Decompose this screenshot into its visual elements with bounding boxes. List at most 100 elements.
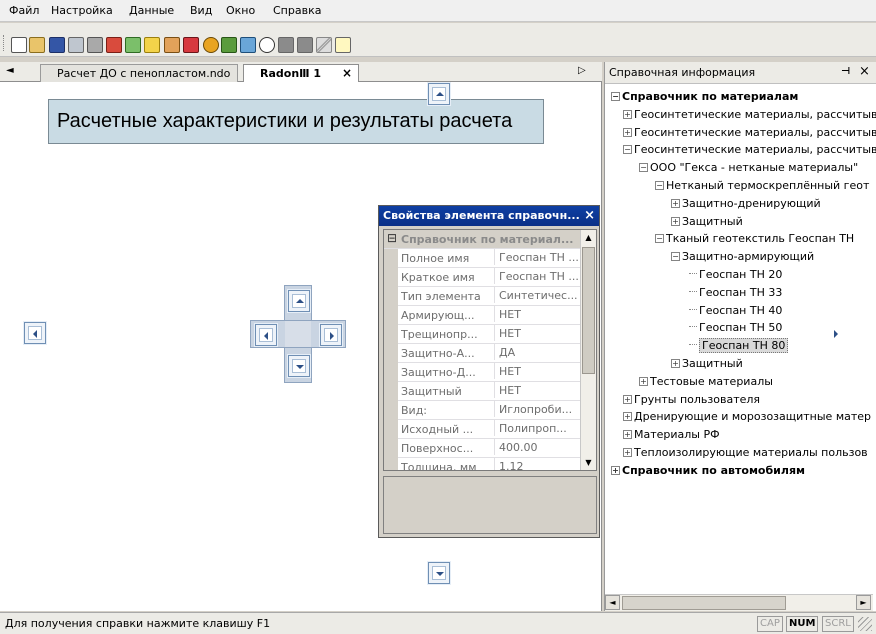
property-row[interactable]: Защитный НЕТ: [384, 382, 580, 401]
property-value[interactable]: НЕТ: [494, 363, 580, 379]
tree-node[interactable]: − Нетканый термоскреплённый геот: [655, 177, 869, 194]
eye-icon[interactable]: [259, 37, 275, 53]
property-value[interactable]: Синтетичес...: [494, 287, 580, 303]
dock-cross-right-icon[interactable]: [320, 324, 342, 346]
tree-node[interactable]: Геоспан ТН 50: [689, 319, 782, 336]
tree-node[interactable]: − Справочник по материалам: [611, 88, 798, 105]
dock-cross-down-icon[interactable]: [288, 355, 310, 377]
scroll-thumb[interactable]: [582, 247, 595, 374]
dock-top-icon[interactable]: [428, 83, 450, 105]
copy-icon[interactable]: [68, 37, 84, 53]
menu-settings[interactable]: Настройка: [51, 4, 113, 17]
tree-node[interactable]: Геоспан ТН 33: [689, 284, 782, 301]
expand-icon[interactable]: +: [623, 412, 632, 422]
property-row[interactable]: Краткое имя Геоспан ТН ...: [384, 268, 580, 287]
properties-close-icon[interactable]: ×: [584, 208, 595, 223]
property-scrollbar[interactable]: ▲ ▼: [580, 230, 596, 470]
collapse-icon[interactable]: −: [671, 252, 680, 262]
tree-node[interactable]: − Геосинтетические материалы, рассчитыв: [623, 141, 876, 158]
save-icon[interactable]: [49, 37, 65, 53]
open-folder-icon[interactable]: [29, 37, 45, 53]
property-row[interactable]: Тип элемента Синтетичес...: [384, 287, 580, 306]
property-row[interactable]: Полное имя Геоспан ТН ...: [384, 249, 580, 268]
property-row[interactable]: Исходный ... Полипроп...: [384, 420, 580, 439]
tree-node[interactable]: − Тканый геотекстиль Геоспан ТН: [655, 230, 854, 247]
property-value[interactable]: Геоспан ТН ...: [494, 268, 580, 284]
dock-cross-up-icon[interactable]: [288, 290, 310, 312]
collapse-icon[interactable]: −: [623, 145, 632, 155]
tree-node[interactable]: Геоспан ТН 20: [689, 266, 782, 283]
resize-grip-icon[interactable]: [858, 617, 872, 631]
tab-nav-left-icon[interactable]: ◄: [6, 65, 14, 76]
tree-node[interactable]: − ООО "Гекса - нетканые материалы": [639, 159, 858, 176]
property-row[interactable]: Защитно-А... ДА: [384, 344, 580, 363]
property-value[interactable]: ДА: [494, 344, 580, 360]
property-row[interactable]: Трещинопр... НЕТ: [384, 325, 580, 344]
gray-square-icon[interactable]: [278, 37, 294, 53]
tree-node[interactable]: Геоспан ТН 40: [689, 302, 782, 319]
gray-square-icon-2[interactable]: [297, 37, 313, 53]
property-row[interactable]: Вид: Иглопроби...: [384, 401, 580, 420]
tree-node[interactable]: + Защитно-дренирующий: [671, 195, 821, 212]
tab-radon[interactable]: RadonⅢ 1 ×: [243, 64, 359, 83]
scroll-down-icon[interactable]: ▼: [581, 455, 596, 470]
tree-node[interactable]: + Дренирующие и морозозащитные матер: [623, 408, 871, 425]
menu-file[interactable]: Файл: [9, 4, 39, 17]
tree-node[interactable]: + Защитный: [671, 213, 743, 230]
tree-node[interactable]: + Геосинтетические материалы, рассчитыв: [623, 106, 876, 123]
menu-view[interactable]: Вид: [190, 4, 212, 17]
calculator-icon[interactable]: [240, 37, 256, 53]
menu-window[interactable]: Окно: [226, 4, 255, 17]
expand-icon[interactable]: +: [623, 448, 632, 457]
bomb-icon[interactable]: [203, 37, 219, 53]
expand-icon[interactable]: +: [623, 109, 632, 119]
print-icon[interactable]: [87, 37, 103, 53]
tab-nav-right-icon[interactable]: ▷: [578, 65, 586, 76]
new-doc-icon[interactable]: [11, 37, 27, 53]
diagonal-lines-icon[interactable]: [316, 37, 332, 53]
properties-title[interactable]: Свойства элемента справочн...: [379, 206, 599, 226]
panel-close-icon[interactable]: ×: [859, 64, 870, 79]
scroll-right-icon[interactable]: ►: [856, 595, 871, 610]
expand-icon[interactable]: +: [639, 376, 648, 386]
expand-icon[interactable]: +: [623, 127, 632, 137]
tree-node[interactable]: + Тестовые материалы: [639, 373, 773, 390]
expand-icon[interactable]: +: [611, 465, 620, 475]
collapse-icon[interactable]: −: [639, 163, 648, 173]
property-value[interactable]: Полипроп...: [494, 420, 580, 436]
tab-calc-foam[interactable]: Расчет ДО с пенопластом.ndo: [40, 64, 238, 82]
collapse-icon[interactable]: −: [655, 181, 664, 190]
tree-node[interactable]: + Теплоизолирующие материалы пользов: [623, 444, 868, 461]
tree-node[interactable]: − Защитно-армирующий: [671, 248, 814, 265]
expand-icon[interactable]: +: [671, 198, 680, 208]
hscroll-thumb[interactable]: [622, 596, 786, 610]
menu-data[interactable]: Данные: [129, 4, 174, 17]
dock-bottom-icon[interactable]: [428, 562, 450, 584]
property-value[interactable]: 1.12: [494, 458, 580, 470]
property-value[interactable]: 400.00: [494, 439, 580, 455]
properties-window[interactable]: Свойства элемента справочн... × ⊟ Справо…: [378, 205, 600, 538]
dock-left-icon[interactable]: [24, 322, 46, 344]
calc-icon[interactable]: [125, 37, 141, 53]
expand-icon[interactable]: +: [671, 359, 680, 368]
wizard-icon[interactable]: [144, 37, 160, 53]
export-icon[interactable]: [106, 37, 122, 53]
collapse-icon[interactable]: −: [611, 92, 620, 101]
property-value[interactable]: Геоспан ТН ...: [494, 249, 580, 265]
property-row[interactable]: Толщина, мм 1.12: [384, 458, 580, 470]
expand-icon[interactable]: +: [623, 394, 632, 404]
pin-icon[interactable]: ⊣: [841, 66, 850, 77]
dock-cross-left-icon[interactable]: [255, 324, 277, 346]
property-row[interactable]: Защитно-Д... НЕТ: [384, 363, 580, 382]
property-value[interactable]: НЕТ: [494, 325, 580, 341]
help-icon[interactable]: [335, 37, 351, 53]
toolbar-grip[interactable]: [3, 35, 6, 51]
collapse-icon[interactable]: ⊟: [387, 231, 397, 245]
property-value[interactable]: Иглопроби...: [494, 401, 580, 417]
property-row[interactable]: Армирующ... НЕТ: [384, 306, 580, 325]
property-value[interactable]: НЕТ: [494, 382, 580, 398]
scroll-left-icon[interactable]: ◄: [605, 595, 620, 610]
layers-icon[interactable]: [221, 37, 237, 53]
truck-icon[interactable]: [183, 37, 199, 53]
collapse-icon[interactable]: −: [655, 234, 664, 244]
